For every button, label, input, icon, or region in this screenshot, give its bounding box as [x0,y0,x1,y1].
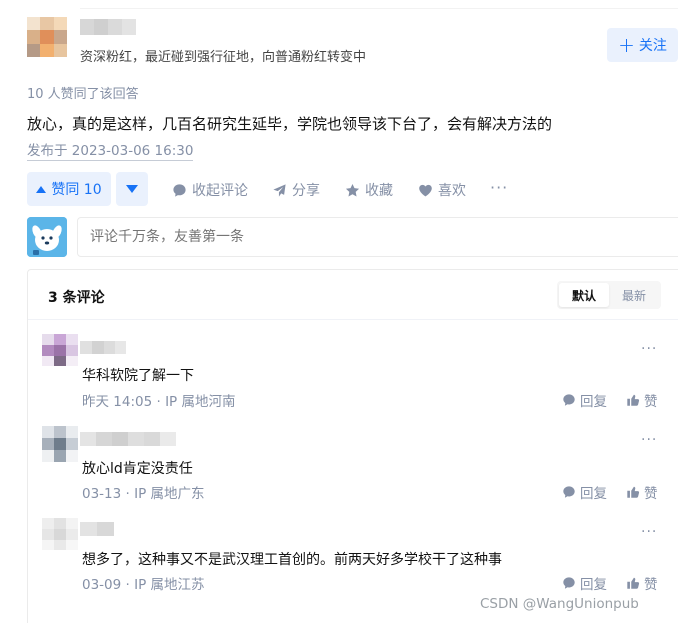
reply-icon [563,577,575,589]
favorite-button[interactable]: 收藏 [345,180,393,200]
commenter-avatar[interactable] [42,518,78,550]
comment-more-icon[interactable]: ··· [641,524,657,540]
like-button[interactable]: 喜欢 [418,180,466,200]
comment-like-label: 赞 [644,577,658,593]
sort-toggle: 默认 最新 [557,281,661,309]
comment-meta: 03-13 · IP 属地广东 [82,486,205,502]
favorite-label: 收藏 [365,183,393,199]
comment-meta: 03-09 · IP 属地江苏 [82,577,205,593]
answer-content: 放心，真的是这样，几百名研究生延毕，学院也领导该下台了，会有解决方法的 [27,115,553,133]
comments-header: 3 条评论 默认 最新 [28,270,678,320]
downvote-arrow-icon [126,185,138,193]
comment-like-button[interactable]: 赞 [626,390,658,410]
commenter-avatar[interactable] [42,426,78,462]
thumb-up-icon [627,577,640,589]
follow-label: 关注 [638,38,667,54]
watermark: CSDN @WangUnionpub [480,596,639,612]
dog-avatar-icon [27,217,67,257]
comments-count-title: 3 条评论 [48,290,105,306]
comment-icon [173,183,186,197]
reply-button[interactable]: 回复 [562,482,607,502]
sort-latest-button[interactable]: 最新 [609,283,659,307]
comment-text: 想多了，这种事又不是武汉理工首创的。前两天好多学校干了这种事 [82,552,502,568]
comment-more-icon[interactable]: ··· [641,432,657,448]
more-icon[interactable]: ··· [490,178,508,197]
reply-icon [563,394,575,406]
upvote-label: 赞同 10 [51,182,102,198]
heart-icon [419,184,432,196]
collapse-comments-label: 收起评论 [192,183,248,199]
comments-panel: 3 条评论 默认 最新 [27,269,678,623]
comment-like-button[interactable]: 赞 [626,482,658,502]
downvote-button[interactable] [116,172,148,206]
comment-like-button[interactable]: 赞 [626,573,658,593]
commenter-name-redacted[interactable] [80,522,114,536]
comment-text: 放心ld肯定没责任 [82,461,193,477]
author-bio: 资深粉红，最近碰到强行征地，向普通粉红转变中 [80,50,367,65]
agree-count: 10 人赞同了该回答 [27,87,139,102]
reply-label: 回复 [580,486,607,502]
commenter-name-redacted[interactable] [80,341,126,354]
reply-label: 回复 [580,394,607,410]
collapse-comments-button[interactable]: 收起评论 [172,180,248,200]
thumb-up-icon [627,394,640,406]
share-button[interactable]: 分享 [272,180,320,200]
share-icon [273,183,286,197]
plus-icon: + [618,33,635,57]
upvote-arrow-icon [36,185,47,193]
top-divider [80,8,678,9]
comment-more-icon[interactable]: ··· [641,341,657,357]
commenter-avatar[interactable] [42,334,78,366]
commenter-name-redacted[interactable] [80,432,176,446]
comment-text: 华科软院了解一下 [82,368,194,384]
share-label: 分享 [292,183,320,199]
follow-button[interactable]: + 关注 [607,28,678,62]
star-icon [345,183,360,196]
publish-time[interactable]: 发布于 2023-03-06 16:30 [27,143,194,161]
reply-button[interactable]: 回复 [562,390,607,410]
my-avatar [27,217,67,257]
thumb-up-icon [627,486,640,498]
author-name-redacted[interactable] [80,19,136,35]
comment-input[interactable] [77,217,678,257]
reply-button[interactable]: 回复 [562,573,607,593]
sort-default-button[interactable]: 默认 [559,283,609,307]
comment-like-label: 赞 [644,486,658,502]
comment-meta: 昨天 14:05 · IP 属地河南 [82,394,236,410]
like-label: 喜欢 [438,183,466,199]
author-avatar[interactable] [27,17,67,57]
comment-like-label: 赞 [644,394,658,410]
reply-icon [563,486,575,498]
reply-label: 回复 [580,577,607,593]
upvote-button[interactable]: 赞同 10 [27,172,111,206]
